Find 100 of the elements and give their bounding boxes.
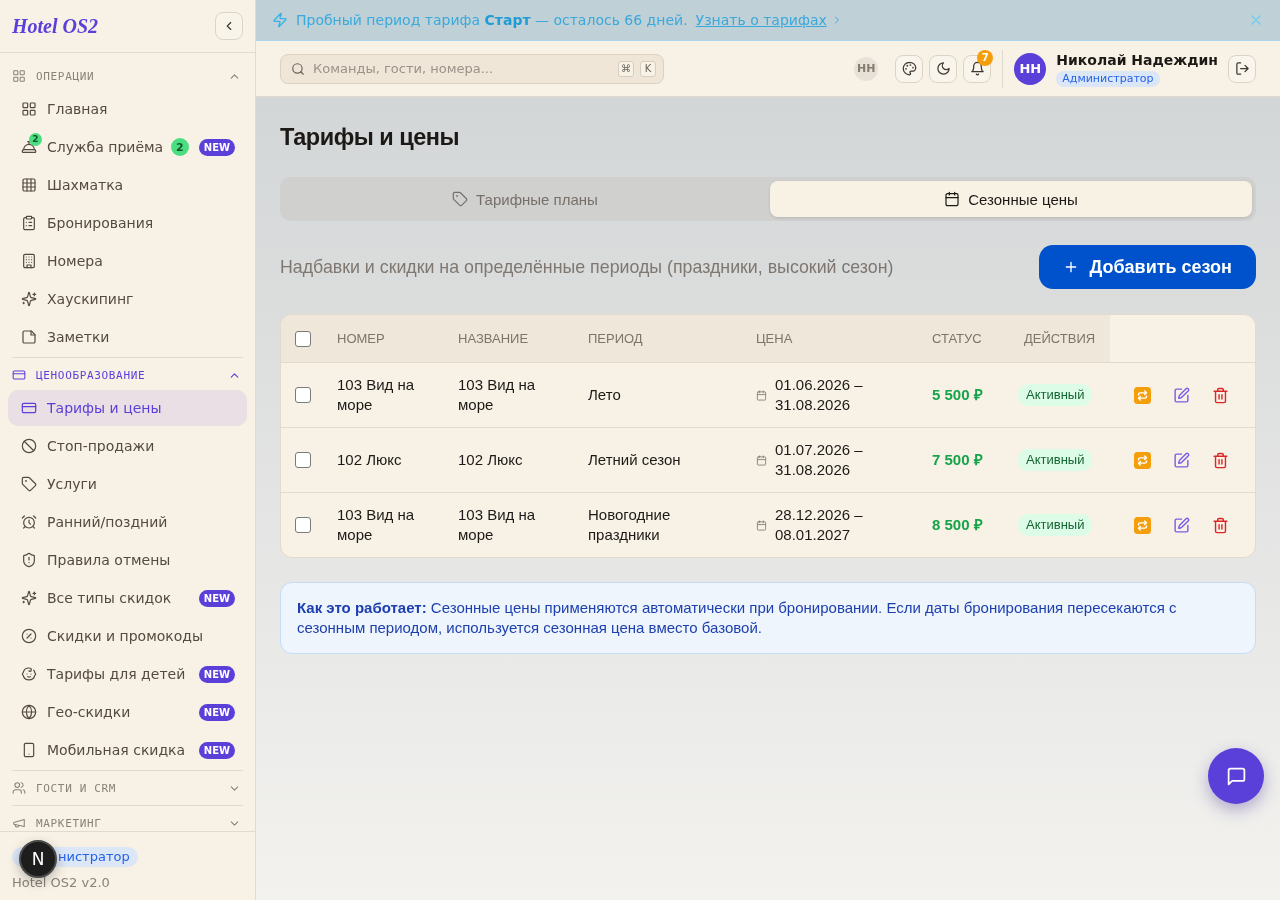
calendar-icon xyxy=(756,519,767,531)
row-checkbox[interactable] xyxy=(295,387,311,403)
sidebar-item[interactable]: Гео-скидки NEW xyxy=(8,694,247,730)
period-label: Новогодние праздники xyxy=(588,505,672,545)
column-header: ЦЕНА xyxy=(744,315,920,362)
sidebar-section-header[interactable]: МАРКЕТИНГ xyxy=(8,808,247,831)
card-icon xyxy=(21,400,37,416)
chat-icon xyxy=(1225,765,1247,787)
initials-avatar: НН xyxy=(854,56,879,81)
phone-icon xyxy=(21,742,37,758)
edit-button[interactable] xyxy=(1173,386,1190,404)
card-icon xyxy=(12,368,26,382)
sparkles-icon xyxy=(21,291,37,307)
sidebar-section-header[interactable]: ГОСТИ И CRM xyxy=(8,773,247,803)
sidebar-item[interactable]: Услуги xyxy=(8,466,247,502)
sidebar-item[interactable]: Стоп-продажи xyxy=(8,428,247,464)
sidebar-section-header[interactable]: ЦЕНООБРАЗОВАНИЕ xyxy=(8,360,247,390)
sidebar-item[interactable]: Скидки и промокоды xyxy=(8,618,247,654)
dashboard-icon xyxy=(12,69,26,83)
trash-icon xyxy=(1212,451,1229,469)
shield-icon xyxy=(21,552,37,568)
dashboard-icon xyxy=(21,101,37,117)
sidebar-item[interactable]: Все типы скидок NEW xyxy=(8,580,247,616)
price-label: 7 500 ₽ xyxy=(932,450,983,470)
grid-icon xyxy=(21,177,37,193)
logout-button[interactable] xyxy=(1228,54,1256,83)
dark-mode-button[interactable] xyxy=(929,54,958,83)
users-icon xyxy=(12,781,26,795)
new-badge: NEW xyxy=(198,741,235,759)
tab[interactable]: Сезонные цены xyxy=(770,181,1252,217)
app-logo: Hotel OS2 xyxy=(12,14,99,38)
trial-banner-text: Пробный период тарифа Старт — осталось 66 дней. xyxy=(296,12,688,28)
new-badge: NEW xyxy=(198,665,235,683)
calendar-icon xyxy=(756,389,767,401)
role-badge: Администратор xyxy=(1056,70,1160,87)
new-badge: NEW xyxy=(198,589,235,607)
edit-icon xyxy=(1173,451,1190,469)
room-label: 102 Люкс xyxy=(337,450,402,470)
logout-icon xyxy=(1234,61,1250,76)
count-badge: 2 xyxy=(170,138,189,156)
trash-icon xyxy=(1212,516,1229,534)
info-text: Как это работает: Сезонные цены применяются автоматически при бронировании. Если даты бронирования пересекаются с сезонным периодом, используется сезонная цена вместо базовой. xyxy=(297,598,1178,638)
room-label: 103 Вид на море xyxy=(337,375,416,415)
bell-icon xyxy=(969,61,985,76)
clipboard-icon xyxy=(21,215,37,231)
sidebar-item[interactable]: Главная xyxy=(8,91,247,127)
column-header: ПЕРИОД xyxy=(576,315,744,362)
app-version: Hotel OS2 v2.0 xyxy=(12,875,110,890)
sidebar-item[interactable]: Правила отмены xyxy=(8,542,247,578)
room-label: 103 Вид на море xyxy=(337,505,416,545)
edit-button[interactable] xyxy=(1173,516,1190,534)
add-season-button[interactable]: Добавить сезон xyxy=(1039,245,1256,289)
period-label: Летний сезон xyxy=(588,450,681,470)
status-badge: Активный xyxy=(1018,384,1093,406)
delete-button[interactable] xyxy=(1212,516,1229,534)
tag-icon xyxy=(452,191,469,207)
tag-icon xyxy=(21,476,37,492)
column-header: ДЕЙСТВИЯ xyxy=(1006,315,1110,362)
repeat-icon xyxy=(1134,386,1151,404)
edit-button[interactable] xyxy=(1173,451,1190,469)
price-label: 5 500 ₽ xyxy=(932,385,983,405)
repeat-icon xyxy=(1134,516,1151,534)
sparkles-icon xyxy=(21,590,37,606)
megaphone-icon xyxy=(12,816,26,830)
select-all-checkbox[interactable] xyxy=(295,330,311,347)
notification-count: 2 xyxy=(29,133,42,146)
row-checkbox[interactable] xyxy=(295,452,311,468)
note-icon xyxy=(21,329,37,345)
calendar-icon xyxy=(944,191,961,207)
user-name: Николай Надеждин xyxy=(1056,50,1218,69)
building-icon xyxy=(21,253,37,269)
date-range: 01.06.2026 – 31.08.2026 xyxy=(775,375,864,415)
date-range: 01.07.2026 – 31.08.2026 xyxy=(775,440,864,480)
notification-count: 7 xyxy=(977,49,994,66)
palette-icon xyxy=(901,61,917,76)
sidebar-item[interactable]: Бронирования xyxy=(8,205,247,241)
delete-button[interactable] xyxy=(1212,451,1229,469)
title-label: 103 Вид на море xyxy=(458,375,537,415)
column-header: НАЗВАНИЕ xyxy=(446,315,576,362)
theme-palette-button[interactable] xyxy=(895,54,924,83)
new-badge: NEW xyxy=(198,703,235,721)
date-range: 28.12.2026 – 08.01.2027 xyxy=(775,505,864,545)
column-header: СТАТУС xyxy=(920,315,1006,362)
sidebar-item[interactable]: Заметки xyxy=(8,319,247,355)
page-description: Надбавки и скидки на определённые периоды (праздники, высокий сезон) xyxy=(280,256,894,278)
sidebar-item[interactable]: Ранний/поздний xyxy=(8,504,247,540)
sidebar-item[interactable]: 2 Служба приёма 2 NEW xyxy=(8,129,247,165)
row-checkbox[interactable] xyxy=(295,517,311,533)
sidebar-item[interactable]: Шахматка xyxy=(8,167,247,203)
title-label: 103 Вид на море xyxy=(458,505,537,545)
status-badge: Активный xyxy=(1018,514,1093,536)
sidebar-item[interactable]: Мобильная скидка NEW xyxy=(8,732,247,768)
delete-button[interactable] xyxy=(1212,386,1229,404)
repeat-icon xyxy=(1134,451,1151,469)
sidebar-item[interactable]: Тарифы для детей NEW xyxy=(8,656,247,692)
sidebar-item[interactable]: Тарифы и цены xyxy=(8,390,247,426)
sidebar-item[interactable]: Номера xyxy=(8,243,247,279)
period-label: Лето xyxy=(588,385,621,405)
title-label: 102 Люкс xyxy=(458,450,523,470)
sidebar-item[interactable]: Хаускипинг xyxy=(8,281,247,317)
